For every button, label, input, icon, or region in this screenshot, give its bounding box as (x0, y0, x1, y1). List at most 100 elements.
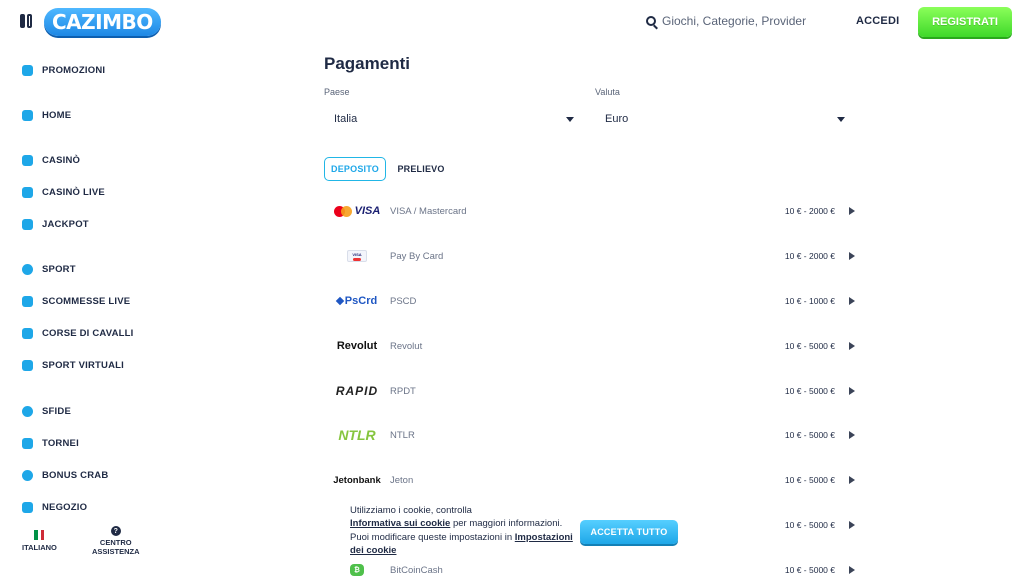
live-bet-icon (22, 296, 33, 307)
sidebar-item-sport[interactable]: SPORT (22, 264, 76, 275)
sidebar-item-casino-live[interactable]: CASINÒ LIVE (22, 187, 105, 198)
rapid-logo: RAPID (330, 384, 384, 398)
country-value: Italia (334, 113, 358, 125)
payment-row-revolut[interactable]: Revolut Revolut 10 € - 5000 € (330, 324, 855, 368)
sidebar-item-casino[interactable]: CASINÒ (22, 155, 80, 166)
help-center-button[interactable]: ? CENTRO ASSISTENZA (92, 526, 140, 556)
login-button[interactable]: ACCEDI (856, 15, 899, 27)
card-icon-text: VISA (352, 251, 362, 257)
payment-limit: 10 € - 5000 € (784, 341, 835, 351)
payment-limit: 10 € - 2000 € (784, 251, 835, 261)
tab-prelievo[interactable]: PRELIEVO (392, 157, 450, 181)
country-select[interactable]: Italia (324, 108, 578, 130)
italy-flag-icon (34, 530, 45, 540)
payment-row-rpdt[interactable]: RAPID RPDT 10 € - 5000 € (330, 369, 855, 413)
sidebar-item-scommesse-live[interactable]: SCOMMESSE LIVE (22, 296, 130, 307)
shop-icon (22, 502, 33, 513)
search-input[interactable]: Giochi, Categorie, Provider (662, 14, 806, 28)
country-label: Paese (324, 87, 350, 97)
ntlr-logo-text: NTLR (338, 427, 376, 443)
jetonbank-logo-text: Jetonbank (333, 474, 381, 486)
sidebar-toggle-icon[interactable] (20, 14, 33, 28)
sidebar-item-jackpot[interactable]: JACKPOT (22, 219, 89, 230)
payment-row-pay-by-card[interactable]: VISA Pay By Card 10 € - 2000 € (330, 234, 855, 278)
accept-all-button[interactable]: ACCETTA TUTTO (580, 520, 678, 544)
play-arrow-icon[interactable] (849, 521, 855, 529)
language-selector[interactable]: ITALIANO (22, 530, 57, 552)
sidebar-item-label: BONUS CRAB (42, 470, 109, 481)
sidebar-item-sport-virtuali[interactable]: SPORT VIRTUALI (22, 360, 124, 371)
payment-name: VISA / Mastercard (390, 205, 467, 217)
currency-label: Valuta (595, 87, 620, 97)
card-icon: VISA (347, 250, 367, 262)
sidebar-item-label: SPORT (42, 264, 76, 275)
play-arrow-icon[interactable] (849, 207, 855, 215)
play-arrow-icon[interactable] (849, 297, 855, 305)
payment-limit: 10 € - 5000 € (784, 430, 835, 440)
play-arrow-icon[interactable] (849, 431, 855, 439)
visa-logo-text: VISA (354, 205, 381, 217)
cookie-text-line1: Utilizziamo i cookie, controlla (350, 505, 472, 516)
gift-icon (22, 65, 33, 76)
play-arrow-icon[interactable] (849, 387, 855, 395)
register-button[interactable]: REGISTRATI (918, 7, 1012, 37)
play-arrow-icon[interactable] (849, 342, 855, 350)
sidebar-item-label: TORNEI (42, 438, 79, 449)
payment-row-ntlr[interactable]: NTLR NTLR 10 € - 5000 € (330, 413, 855, 457)
jackpot-icon (22, 219, 33, 230)
sidebar-item-label: CORSE DI CAVALLI (42, 328, 134, 339)
medal-icon (22, 406, 33, 417)
page-title: Pagamenti (324, 54, 410, 73)
gamepad-icon (22, 360, 33, 371)
payment-limit: 10 € - 1000 € (784, 296, 835, 306)
payment-row-pscd[interactable]: PsCrd PSCD 10 € - 1000 € (330, 279, 855, 323)
pscd-diamond-icon (335, 296, 345, 306)
payment-limit: 10 € - 5000 € (784, 520, 835, 530)
logo-text: CAZIMBO (44, 8, 161, 36)
help-label: CENTRO ASSISTENZA (92, 538, 140, 556)
sidebar-item-tornei[interactable]: TORNEI (22, 438, 79, 449)
sidebar-item-label: SFIDE (42, 406, 71, 417)
trophy-icon (22, 438, 33, 449)
mastercard-icon (333, 205, 352, 217)
play-arrow-icon[interactable] (849, 476, 855, 484)
sidebar-item-bonus-crab[interactable]: BONUS CRAB (22, 470, 108, 481)
slot-machine-icon (22, 155, 33, 166)
play-arrow-icon[interactable] (849, 252, 855, 260)
sidebar-item-label: SCOMMESSE LIVE (42, 296, 131, 307)
currency-value: Euro (605, 113, 629, 125)
sidebar-item-label: SPORT VIRTUALI (42, 360, 124, 371)
cookie-text: Utilizziamo i cookie, controlla Informat… (350, 504, 582, 557)
cookie-policy-link[interactable]: Informativa sui cookie (350, 518, 450, 529)
sidebar-item-label: CASINÒ LIVE (42, 187, 105, 198)
payment-name: Pay By Card (390, 250, 444, 262)
payment-limit: 10 € - 5000 € (784, 475, 835, 485)
payment-row-visa-mastercard[interactable]: VISA VISA / Mastercard 10 € - 2000 € (330, 189, 855, 233)
payment-row-jeton[interactable]: Jetonbank Jeton 10 € - 5000 € (330, 458, 855, 502)
sidebar-item-sfide[interactable]: SFIDE (22, 406, 71, 417)
ball-icon (22, 264, 33, 275)
cookie-banner: Utilizziamo i cookie, controlla Informat… (338, 502, 698, 562)
sidebar-item-label: HOME (42, 110, 72, 121)
help-icon: ? (110, 526, 121, 536)
sidebar-item-corse-di-cavalli[interactable]: CORSE DI CAVALLI (22, 328, 134, 339)
play-arrow-icon[interactable] (849, 566, 855, 574)
visa-mastercard-logo: VISA (330, 205, 384, 217)
revolut-logo: Revolut (330, 340, 384, 352)
sidebar-item-promozioni[interactable]: PROMOZIONI (22, 65, 105, 76)
sidebar-item-label: NEGOZIO (42, 502, 88, 513)
sidebar-footer: ITALIANO ? CENTRO ASSISTENZA (0, 520, 200, 576)
logo[interactable]: CAZIMBO (44, 8, 161, 36)
pscd-logo-text: PsCrd (344, 295, 378, 307)
header: CAZIMBO Giochi, Categorie, Provider ACCE… (0, 0, 1024, 44)
sidebar-item-label: CASINÒ (42, 155, 81, 166)
payment-name: RPDT (390, 385, 416, 397)
payment-limit: 10 € - 5000 € (784, 386, 835, 396)
pscd-logo: PsCrd (330, 295, 384, 307)
tab-deposito[interactable]: DEPOSITO (324, 157, 386, 181)
search-bar[interactable]: Giochi, Categorie, Provider (646, 14, 806, 28)
sidebar-item-negozio[interactable]: NEGOZIO (22, 502, 87, 513)
sidebar-item-home[interactable]: HOME (22, 110, 71, 121)
currency-select[interactable]: Euro (595, 108, 849, 130)
payment-limit: 10 € - 2000 € (784, 206, 835, 216)
